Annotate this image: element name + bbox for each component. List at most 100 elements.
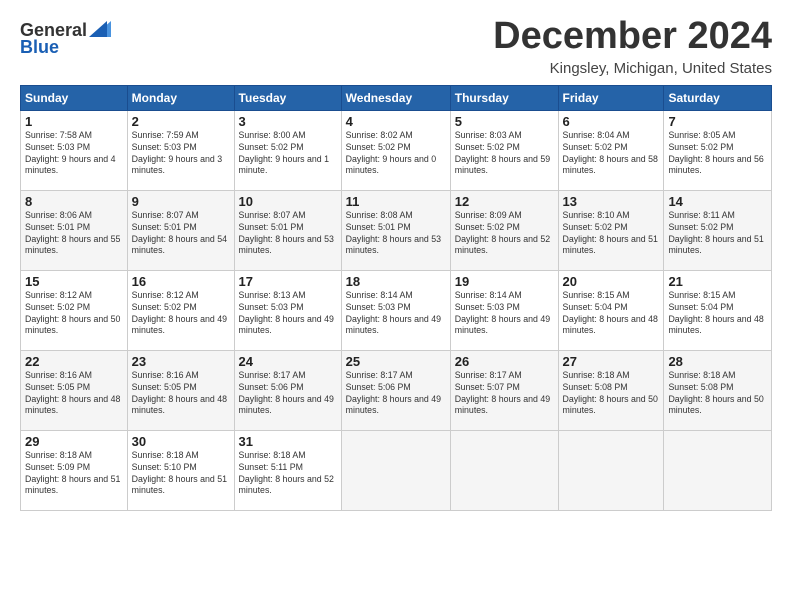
day-info: Sunrise: 8:08 AMSunset: 5:01 PMDaylight:… — [346, 210, 441, 256]
table-row: 19Sunrise: 8:14 AMSunset: 5:03 PMDayligh… — [450, 270, 558, 350]
day-info: Sunrise: 8:12 AMSunset: 5:02 PMDaylight:… — [25, 290, 120, 336]
day-info: Sunrise: 8:18 AMSunset: 5:11 PMDaylight:… — [239, 450, 334, 496]
day-info: Sunrise: 8:16 AMSunset: 5:05 PMDaylight:… — [132, 370, 227, 416]
day-info: Sunrise: 8:07 AMSunset: 5:01 PMDaylight:… — [132, 210, 227, 256]
day-number: 15 — [25, 274, 123, 289]
table-row: 8Sunrise: 8:06 AMSunset: 5:01 PMDaylight… — [21, 190, 128, 270]
day-info: Sunrise: 8:09 AMSunset: 5:02 PMDaylight:… — [455, 210, 550, 256]
day-number: 21 — [668, 274, 767, 289]
day-info: Sunrise: 8:03 AMSunset: 5:02 PMDaylight:… — [455, 130, 550, 176]
day-info: Sunrise: 8:05 AMSunset: 5:02 PMDaylight:… — [668, 130, 763, 176]
title-block: December 2024 Kingsley, Michigan, United… — [493, 16, 772, 77]
day-info: Sunrise: 8:04 AMSunset: 5:02 PMDaylight:… — [563, 130, 658, 176]
table-row: 3Sunrise: 8:00 AMSunset: 5:02 PMDaylight… — [234, 110, 341, 190]
day-number: 8 — [25, 194, 123, 209]
logo: General Blue — [20, 20, 111, 58]
day-info: Sunrise: 8:07 AMSunset: 5:01 PMDaylight:… — [239, 210, 334, 256]
day-info: Sunrise: 8:14 AMSunset: 5:03 PMDaylight:… — [346, 290, 441, 336]
day-info: Sunrise: 8:17 AMSunset: 5:06 PMDaylight:… — [239, 370, 334, 416]
day-info: Sunrise: 8:14 AMSunset: 5:03 PMDaylight:… — [455, 290, 550, 336]
day-info: Sunrise: 8:00 AMSunset: 5:02 PMDaylight:… — [239, 130, 329, 176]
table-row — [664, 430, 772, 510]
day-number: 27 — [563, 354, 660, 369]
day-info: Sunrise: 8:17 AMSunset: 5:07 PMDaylight:… — [455, 370, 550, 416]
day-number: 23 — [132, 354, 230, 369]
day-number: 5 — [455, 114, 554, 129]
day-number: 1 — [25, 114, 123, 129]
col-thursday: Thursday — [450, 85, 558, 110]
day-info: Sunrise: 8:06 AMSunset: 5:01 PMDaylight:… — [25, 210, 120, 256]
col-saturday: Saturday — [664, 85, 772, 110]
day-info: Sunrise: 8:18 AMSunset: 5:09 PMDaylight:… — [25, 450, 120, 496]
table-row: 11Sunrise: 8:08 AMSunset: 5:01 PMDayligh… — [341, 190, 450, 270]
table-row: 5Sunrise: 8:03 AMSunset: 5:02 PMDaylight… — [450, 110, 558, 190]
table-row: 22Sunrise: 8:16 AMSunset: 5:05 PMDayligh… — [21, 350, 128, 430]
day-info: Sunrise: 8:02 AMSunset: 5:02 PMDaylight:… — [346, 130, 436, 176]
table-row: 9Sunrise: 8:07 AMSunset: 5:01 PMDaylight… — [127, 190, 234, 270]
logo-icon — [89, 21, 111, 39]
table-row — [341, 430, 450, 510]
table-row: 28Sunrise: 8:18 AMSunset: 5:08 PMDayligh… — [664, 350, 772, 430]
day-number: 26 — [455, 354, 554, 369]
day-number: 16 — [132, 274, 230, 289]
table-row: 17Sunrise: 8:13 AMSunset: 5:03 PMDayligh… — [234, 270, 341, 350]
table-row: 23Sunrise: 8:16 AMSunset: 5:05 PMDayligh… — [127, 350, 234, 430]
calendar-header-row: Sunday Monday Tuesday Wednesday Thursday… — [21, 85, 772, 110]
day-info: Sunrise: 8:18 AMSunset: 5:08 PMDaylight:… — [563, 370, 658, 416]
day-number: 22 — [25, 354, 123, 369]
table-row: 4Sunrise: 8:02 AMSunset: 5:02 PMDaylight… — [341, 110, 450, 190]
day-number: 17 — [239, 274, 337, 289]
table-row: 6Sunrise: 8:04 AMSunset: 5:02 PMDaylight… — [558, 110, 664, 190]
table-row: 10Sunrise: 8:07 AMSunset: 5:01 PMDayligh… — [234, 190, 341, 270]
day-number: 29 — [25, 434, 123, 449]
day-info: Sunrise: 8:11 AMSunset: 5:02 PMDaylight:… — [668, 210, 763, 256]
table-row: 13Sunrise: 8:10 AMSunset: 5:02 PMDayligh… — [558, 190, 664, 270]
table-row: 25Sunrise: 8:17 AMSunset: 5:06 PMDayligh… — [341, 350, 450, 430]
table-row — [450, 430, 558, 510]
day-info: Sunrise: 8:17 AMSunset: 5:06 PMDaylight:… — [346, 370, 441, 416]
col-tuesday: Tuesday — [234, 85, 341, 110]
month-title: December 2024 — [493, 16, 772, 58]
day-number: 24 — [239, 354, 337, 369]
day-info: Sunrise: 8:15 AMSunset: 5:04 PMDaylight:… — [563, 290, 658, 336]
day-number: 2 — [132, 114, 230, 129]
table-row: 24Sunrise: 8:17 AMSunset: 5:06 PMDayligh… — [234, 350, 341, 430]
table-row: 12Sunrise: 8:09 AMSunset: 5:02 PMDayligh… — [450, 190, 558, 270]
day-number: 6 — [563, 114, 660, 129]
table-row: 7Sunrise: 8:05 AMSunset: 5:02 PMDaylight… — [664, 110, 772, 190]
day-info: Sunrise: 7:58 AMSunset: 5:03 PMDaylight:… — [25, 130, 115, 176]
table-row: 2Sunrise: 7:59 AMSunset: 5:03 PMDaylight… — [127, 110, 234, 190]
calendar-table: Sunday Monday Tuesday Wednesday Thursday… — [20, 85, 772, 511]
day-number: 10 — [239, 194, 337, 209]
table-row: 31Sunrise: 8:18 AMSunset: 5:11 PMDayligh… — [234, 430, 341, 510]
day-info: Sunrise: 8:10 AMSunset: 5:02 PMDaylight:… — [563, 210, 658, 256]
table-row — [558, 430, 664, 510]
table-row: 16Sunrise: 8:12 AMSunset: 5:02 PMDayligh… — [127, 270, 234, 350]
table-row: 15Sunrise: 8:12 AMSunset: 5:02 PMDayligh… — [21, 270, 128, 350]
page: General Blue December 2024 Kingsley, Mic… — [0, 0, 792, 612]
day-number: 30 — [132, 434, 230, 449]
day-info: Sunrise: 8:16 AMSunset: 5:05 PMDaylight:… — [25, 370, 120, 416]
day-number: 31 — [239, 434, 337, 449]
day-number: 20 — [563, 274, 660, 289]
day-info: Sunrise: 8:12 AMSunset: 5:02 PMDaylight:… — [132, 290, 227, 336]
day-info: Sunrise: 8:13 AMSunset: 5:03 PMDaylight:… — [239, 290, 334, 336]
day-info: Sunrise: 7:59 AMSunset: 5:03 PMDaylight:… — [132, 130, 222, 176]
table-row: 14Sunrise: 8:11 AMSunset: 5:02 PMDayligh… — [664, 190, 772, 270]
day-number: 7 — [668, 114, 767, 129]
col-sunday: Sunday — [21, 85, 128, 110]
table-row: 27Sunrise: 8:18 AMSunset: 5:08 PMDayligh… — [558, 350, 664, 430]
day-number: 13 — [563, 194, 660, 209]
day-number: 4 — [346, 114, 446, 129]
table-row: 1Sunrise: 7:58 AMSunset: 5:03 PMDaylight… — [21, 110, 128, 190]
day-number: 12 — [455, 194, 554, 209]
table-row: 18Sunrise: 8:14 AMSunset: 5:03 PMDayligh… — [341, 270, 450, 350]
header: General Blue December 2024 Kingsley, Mic… — [20, 16, 772, 77]
day-number: 9 — [132, 194, 230, 209]
day-number: 25 — [346, 354, 446, 369]
day-number: 14 — [668, 194, 767, 209]
col-wednesday: Wednesday — [341, 85, 450, 110]
table-row: 20Sunrise: 8:15 AMSunset: 5:04 PMDayligh… — [558, 270, 664, 350]
day-number: 3 — [239, 114, 337, 129]
day-number: 18 — [346, 274, 446, 289]
